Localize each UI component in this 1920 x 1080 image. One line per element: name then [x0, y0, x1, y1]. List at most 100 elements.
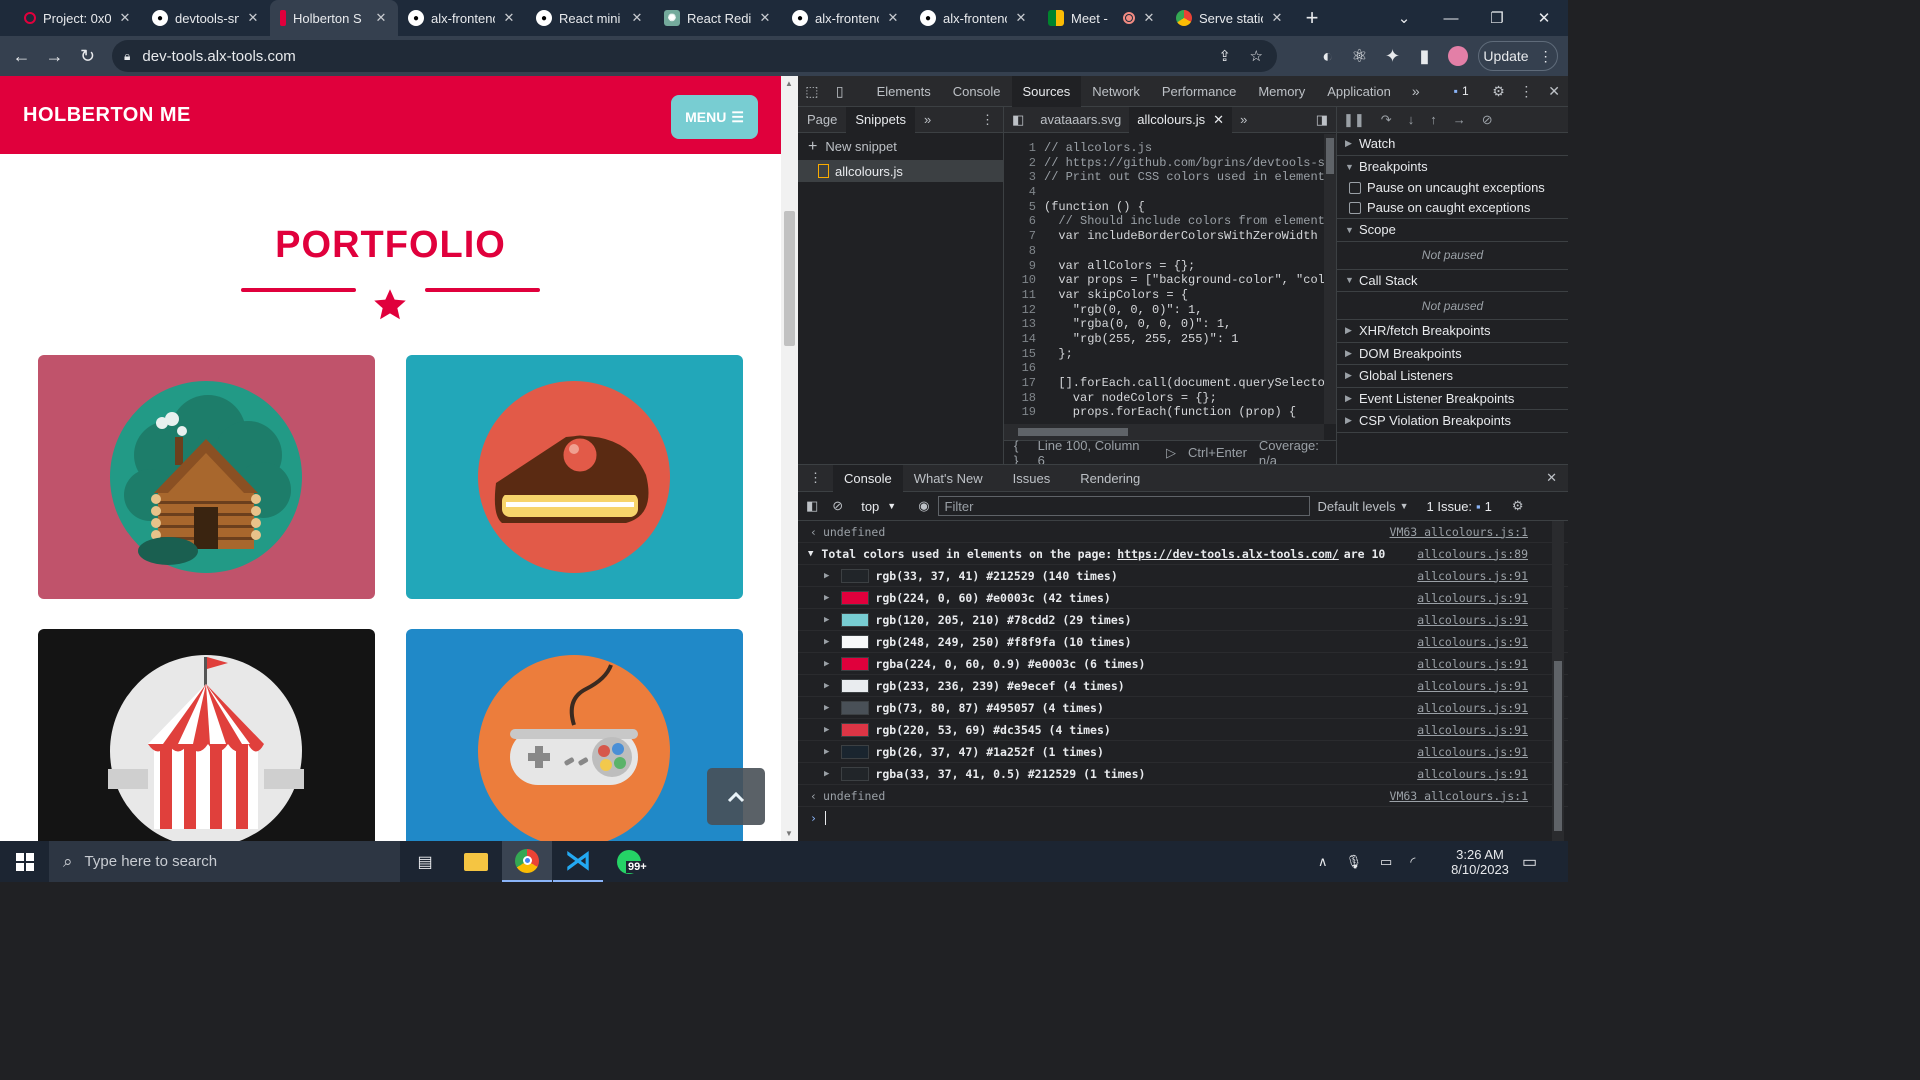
- scroll-down-arrow-icon[interactable]: ▼: [785, 829, 793, 838]
- source-link[interactable]: allcolours.js:91: [1417, 679, 1528, 693]
- expand-arrow-icon[interactable]: ▶: [824, 769, 829, 779]
- line-number[interactable]: 4: [1004, 185, 1044, 200]
- expand-arrow-icon[interactable]: ▶: [824, 615, 829, 625]
- context-selector[interactable]: top ▼: [861, 499, 896, 514]
- start-button[interactable]: [0, 841, 50, 882]
- tab-snippets[interactable]: Snippets: [846, 106, 915, 133]
- profile-avatar[interactable]: [1441, 40, 1474, 73]
- section-dom-breakpoints[interactable]: ▶ DOM Breakpoints: [1337, 343, 1568, 365]
- line-number[interactable]: 17: [1004, 376, 1044, 391]
- browser-tab-react-redirect[interactable]: ✺ React Redir ✕: [654, 0, 782, 36]
- drawer-menu-icon[interactable]: ⋮: [798, 465, 833, 492]
- forward-button[interactable]: →: [38, 40, 71, 73]
- section-call-stack[interactable]: ▼ Call Stack: [1337, 270, 1568, 292]
- console-color-entry[interactable]: ▶ rgb(248, 249, 250) #f8f9fa (10 times) al…: [798, 631, 1568, 653]
- code-line[interactable]: 5 (function () {: [1004, 200, 1324, 215]
- task-view-button[interactable]: ▤: [400, 841, 450, 882]
- close-icon[interactable]: ✕: [1213, 112, 1224, 128]
- line-number[interactable]: 12: [1004, 303, 1044, 318]
- inspect-element-icon[interactable]: ⬚: [798, 76, 826, 107]
- editor-tab-avataaars[interactable]: avataaars.svg: [1032, 107, 1129, 133]
- portfolio-card-gamepad[interactable]: [406, 629, 743, 841]
- clock[interactable]: 3:26 AM 8/10/2023: [1446, 841, 1514, 882]
- file-explorer-app[interactable]: [451, 841, 501, 882]
- source-link[interactable]: allcolours.js:91: [1417, 767, 1528, 781]
- vscode-app[interactable]: ⋊: [553, 841, 603, 882]
- issues-counter[interactable]: 1 Issue: ▪ 1: [1427, 499, 1492, 514]
- browser-tab-serve-static[interactable]: Serve static ✕: [1166, 0, 1294, 36]
- run-shortcut[interactable]: Ctrl+Enter: [1188, 445, 1247, 460]
- snippet-item-allcolours[interactable]: allcolours.js: [798, 160, 1003, 182]
- log-levels-dropdown[interactable]: Default levels ▼: [1318, 499, 1409, 514]
- tab-application[interactable]: Application: [1316, 76, 1402, 107]
- console-scrollbar[interactable]: [1552, 521, 1564, 842]
- source-link[interactable]: allcolours.js:91: [1417, 657, 1528, 671]
- tab-sources[interactable]: Sources: [1011, 75, 1082, 107]
- console-color-entry[interactable]: ▶ rgb(26, 37, 47) #1a252f (1 times) allcol…: [798, 741, 1568, 763]
- line-number[interactable]: 15: [1004, 347, 1044, 362]
- reload-button[interactable]: ↻: [71, 40, 104, 73]
- section-breakpoints[interactable]: ▼ Breakpoints: [1337, 156, 1568, 179]
- tab-memory[interactable]: Memory: [1247, 76, 1316, 107]
- checkbox[interactable]: [1349, 201, 1361, 214]
- maximize-button[interactable]: ❐: [1474, 0, 1520, 36]
- step-over-icon[interactable]: ↷: [1381, 112, 1392, 128]
- section-csp-breakpoints[interactable]: ▶ CSP Violation Breakpoints: [1337, 410, 1568, 433]
- console-color-entry[interactable]: ▶ rgb(220, 53, 69) #dc3545 (4 times) allco…: [798, 719, 1568, 741]
- code-line[interactable]: 14 "rgb(255, 255, 255)": 1: [1004, 332, 1324, 347]
- battery-icon[interactable]: ▭: [1380, 854, 1392, 870]
- editor-hscrollbar-thumb[interactable]: [1018, 428, 1128, 436]
- line-number[interactable]: 18: [1004, 391, 1044, 406]
- code-line[interactable]: 16: [1004, 361, 1324, 376]
- run-snippet-icon[interactable]: ▷: [1166, 445, 1176, 461]
- page-scrollbar-thumb[interactable]: [784, 211, 795, 346]
- tab-elements[interactable]: Elements: [866, 76, 942, 107]
- source-link[interactable]: allcolours.js:91: [1417, 635, 1528, 649]
- line-number[interactable]: 7: [1004, 229, 1044, 244]
- navigator-menu-icon[interactable]: ⋮: [972, 107, 1003, 133]
- tab-close-icon[interactable]: ✕: [374, 10, 388, 26]
- pause-icon[interactable]: ❚❚: [1343, 112, 1365, 128]
- code-line[interactable]: 13 "rgba(0, 0, 0, 0)": 1,: [1004, 317, 1324, 332]
- expand-arrow-icon[interactable]: ▶: [824, 637, 829, 647]
- code-line[interactable]: 9 var allColors = {};: [1004, 259, 1324, 274]
- code-area[interactable]: 1// allcolors.js 2// https://github.com/b…: [1004, 141, 1324, 424]
- section-event-listener-breakpoints[interactable]: ▶ Event Listener Breakpoints: [1337, 388, 1568, 410]
- console-color-entry[interactable]: ▶ rgb(33, 37, 41) #212529 (140 times) allc…: [798, 565, 1568, 587]
- step-into-icon[interactable]: ↓: [1408, 112, 1415, 127]
- toggle-debugger-icon[interactable]: ◨: [1308, 107, 1336, 133]
- close-drawer-icon[interactable]: ✕: [1535, 465, 1568, 492]
- code-line[interactable]: 15 };: [1004, 347, 1324, 362]
- step-out-icon[interactable]: ↑: [1430, 112, 1437, 127]
- more-tabs-icon[interactable]: »: [1402, 76, 1430, 107]
- browser-tab-alx-frontend-3[interactable]: ● alx-frontenc ✕: [910, 0, 1038, 36]
- share-icon[interactable]: ☆: [1250, 47, 1263, 65]
- expand-arrow-icon[interactable]: ▶: [824, 571, 829, 581]
- source-link[interactable]: allcolours.js:91: [1417, 569, 1528, 583]
- clear-console-icon[interactable]: ⊘: [832, 498, 843, 514]
- pause-uncaught-checkbox[interactable]: Pause on uncaught exceptions: [1337, 178, 1568, 197]
- portfolio-card-cake[interactable]: [406, 355, 743, 599]
- expand-arrow-icon[interactable]: ▶: [824, 703, 829, 713]
- editor-tab-allcolours[interactable]: allcolours.js ✕: [1129, 106, 1233, 133]
- menu-button[interactable]: MENU ☰: [671, 95, 758, 139]
- console-color-entry[interactable]: ▶ rgba(33, 37, 41, 0.5) #212529 (1 times)…: [798, 763, 1568, 785]
- show-hidden-icons-icon[interactable]: ∧: [1318, 854, 1328, 870]
- page-scrollbar[interactable]: ▲ ▼: [781, 76, 798, 841]
- editor-scrollbar[interactable]: [1324, 134, 1336, 424]
- source-link[interactable]: allcolours.js:91: [1417, 613, 1528, 627]
- back-button[interactable]: ←: [5, 40, 38, 73]
- line-number[interactable]: 9: [1004, 259, 1044, 274]
- tab-close-icon[interactable]: ✕: [1142, 10, 1156, 26]
- source-link[interactable]: allcolours.js:91: [1417, 723, 1528, 737]
- drawer-tab-console[interactable]: Console: [833, 464, 903, 492]
- tab-close-icon[interactable]: ✕: [1014, 10, 1028, 26]
- update-button[interactable]: Update ⋮: [1478, 41, 1558, 71]
- console-color-entry[interactable]: ▶ rgb(120, 205, 210) #78cdd2 (29 times) al…: [798, 609, 1568, 631]
- line-number[interactable]: 13: [1004, 317, 1044, 332]
- line-number[interactable]: 19: [1004, 405, 1044, 420]
- code-line[interactable]: 17 [].forEach.call(document.querySelecto…: [1004, 376, 1324, 391]
- more-nav-tabs-icon[interactable]: »: [915, 107, 940, 133]
- tab-page[interactable]: Page: [798, 107, 846, 133]
- source-link[interactable]: allcolours.js:91: [1417, 701, 1528, 715]
